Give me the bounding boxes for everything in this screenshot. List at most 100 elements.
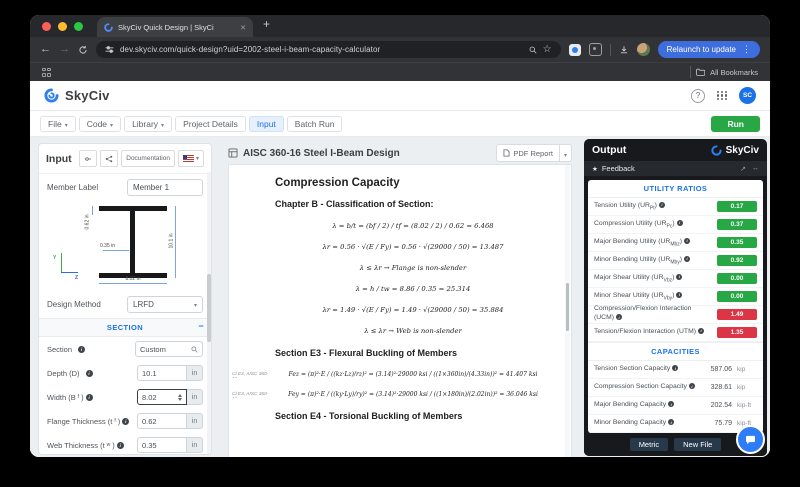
equation: Cl.E3, AISC 360-16Fez = (π)²·E / ((kz·Lz… — [229, 371, 571, 378]
menu-input[interactable]: Input — [249, 116, 284, 132]
info-icon[interactable] — [86, 394, 93, 401]
info-icon[interactable] — [668, 419, 674, 425]
extension-icon[interactable] — [589, 43, 602, 56]
browser-menu-icon[interactable] — [742, 44, 751, 55]
menu-file[interactable]: File — [40, 116, 76, 132]
info-icon[interactable] — [86, 370, 93, 377]
tab-close-icon[interactable] — [240, 23, 246, 32]
equation: λr = 0.56 · √(E / Fy) = 0.56 · √(29000 /… — [229, 243, 571, 251]
tab-groups-icon[interactable] — [42, 68, 51, 77]
help-icon[interactable] — [691, 89, 705, 103]
pdf-dropdown-button[interactable] — [559, 145, 571, 161]
all-bookmarks-button[interactable]: All Bookmarks — [710, 68, 758, 77]
share-icon[interactable] — [740, 165, 746, 173]
document-scrollbar-thumb[interactable] — [566, 283, 569, 331]
y-axis-label: Y — [53, 255, 56, 261]
document-scrollbar[interactable] — [565, 165, 570, 457]
info-icon[interactable] — [676, 274, 682, 280]
info-icon[interactable] — [689, 383, 695, 389]
collapse-icon[interactable] — [198, 321, 204, 331]
info-icon[interactable] — [668, 401, 674, 407]
skyciv-favicon-icon — [104, 23, 113, 32]
flange-thickness-input[interactable]: 0.62 — [137, 413, 187, 429]
doc-subheading: Section E4 - Torsional Buckling of Membe… — [275, 411, 571, 421]
capacity-unit: kip — [737, 384, 757, 391]
info-icon[interactable] — [117, 442, 124, 449]
info-icon[interactable] — [677, 220, 683, 226]
equation: λ ≤ λr → Web is non-slender — [229, 327, 571, 335]
utility-badge: 1.35 — [717, 327, 757, 338]
chevron-down-icon — [196, 155, 199, 162]
search-icon[interactable] — [191, 346, 198, 353]
back-icon[interactable] — [40, 44, 51, 55]
user-avatar[interactable]: SC — [739, 87, 756, 104]
new-file-button[interactable]: New File — [674, 438, 721, 451]
zoom-window-button[interactable] — [74, 22, 83, 31]
info-icon[interactable] — [672, 365, 678, 371]
section-input[interactable]: Custom — [135, 341, 203, 357]
slider-toggle-button[interactable] — [79, 150, 97, 167]
browser-tab[interactable]: SkyCiv Quick Design | SkyCi — [97, 17, 253, 37]
site-settings-icon[interactable] — [105, 45, 114, 54]
apps-grid-icon[interactable] — [717, 91, 727, 101]
web-thickness-input[interactable]: 0.35 — [137, 437, 187, 453]
address-bar[interactable]: dev.skyciv.com/quick-design?uid=2002-ste… — [96, 41, 561, 58]
relaunch-update-button[interactable]: Relaunch to update — [658, 41, 760, 58]
traffic-lights — [42, 15, 83, 37]
metric-button[interactable]: Metric — [630, 438, 668, 451]
search-icon[interactable] — [529, 46, 537, 54]
brand-name[interactable]: SkyCiv — [65, 88, 110, 103]
resize-icon[interactable] — [752, 165, 759, 173]
capacity-row: Tension Section Capacity 587.06 kip — [588, 361, 763, 379]
equation: λr = 1.49 · √(E / Fy) = 1.49 · √(29000 /… — [229, 306, 571, 314]
chat-widget-button[interactable] — [736, 425, 765, 454]
skyciv-logo-icon — [44, 88, 59, 103]
minimize-window-button[interactable] — [58, 22, 67, 31]
menu-batch-run[interactable]: Batch Run — [287, 116, 343, 132]
skyciv-extension-icon[interactable] — [569, 44, 581, 56]
results-card: UTILITY RATIOS Tension Utility (URPt) 0.… — [588, 180, 763, 433]
info-icon[interactable] — [698, 328, 704, 334]
info-icon[interactable] — [78, 346, 85, 353]
reload-icon[interactable] — [78, 45, 88, 55]
bookmark-star-icon[interactable] — [543, 44, 552, 55]
section-header[interactable]: SECTION — [39, 318, 211, 337]
chevron-down-icon — [65, 119, 68, 129]
info-icon[interactable] — [122, 418, 129, 425]
utility-row: Tension/Flexion Interaction (UTM) 1.35 — [588, 324, 763, 342]
equation: λ = b/t = (bf / 2) / tf = (8.02 / 2) / 0… — [229, 222, 571, 230]
flange-dim-label: 0.62 in — [85, 214, 91, 229]
new-tab-button[interactable] — [263, 15, 270, 33]
input-panel-title: Input — [46, 153, 76, 165]
menu-library[interactable]: Library — [124, 116, 172, 132]
documentation-button[interactable]: Documentation — [121, 150, 175, 167]
info-icon[interactable] — [616, 314, 622, 320]
menu-code[interactable]: Code — [79, 116, 121, 132]
forward-icon[interactable] — [59, 44, 70, 55]
downloads-icon[interactable] — [619, 45, 629, 55]
depth-row: Depth (D) 10.1in — [39, 361, 211, 385]
feedback-bar[interactable]: Feedback — [584, 161, 767, 176]
info-icon[interactable] — [684, 256, 690, 262]
pdf-report-button[interactable]: PDF Report — [496, 144, 572, 162]
run-button[interactable]: Run — [711, 116, 760, 132]
profile-avatar[interactable] — [637, 43, 650, 56]
menu-project-details[interactable]: Project Details — [175, 116, 246, 132]
web-page: SkyCiv SC File Code Library Project Deta… — [30, 81, 770, 457]
chat-icon — [745, 435, 756, 445]
share-button[interactable] — [100, 150, 118, 167]
width-input[interactable]: 8.02 — [137, 389, 187, 405]
input-scrollbar-thumb[interactable] — [207, 274, 211, 342]
depth-input[interactable]: 10.1 — [137, 365, 187, 381]
app-header: SkyCiv SC — [30, 81, 770, 111]
info-icon[interactable] — [676, 292, 682, 298]
language-selector[interactable] — [178, 150, 204, 167]
design-method-select[interactable]: LRFD — [127, 296, 203, 313]
close-window-button[interactable] — [42, 22, 51, 31]
doc-subheading: Section E3 - Flexural Buckling of Member… — [275, 348, 571, 358]
url-text: dev.skyciv.com/quick-design?uid=2002-ste… — [120, 45, 523, 54]
number-stepper[interactable] — [178, 394, 182, 401]
info-icon[interactable] — [659, 202, 665, 208]
member-label-input[interactable]: Member 1 — [127, 179, 203, 196]
info-icon[interactable] — [684, 238, 690, 244]
